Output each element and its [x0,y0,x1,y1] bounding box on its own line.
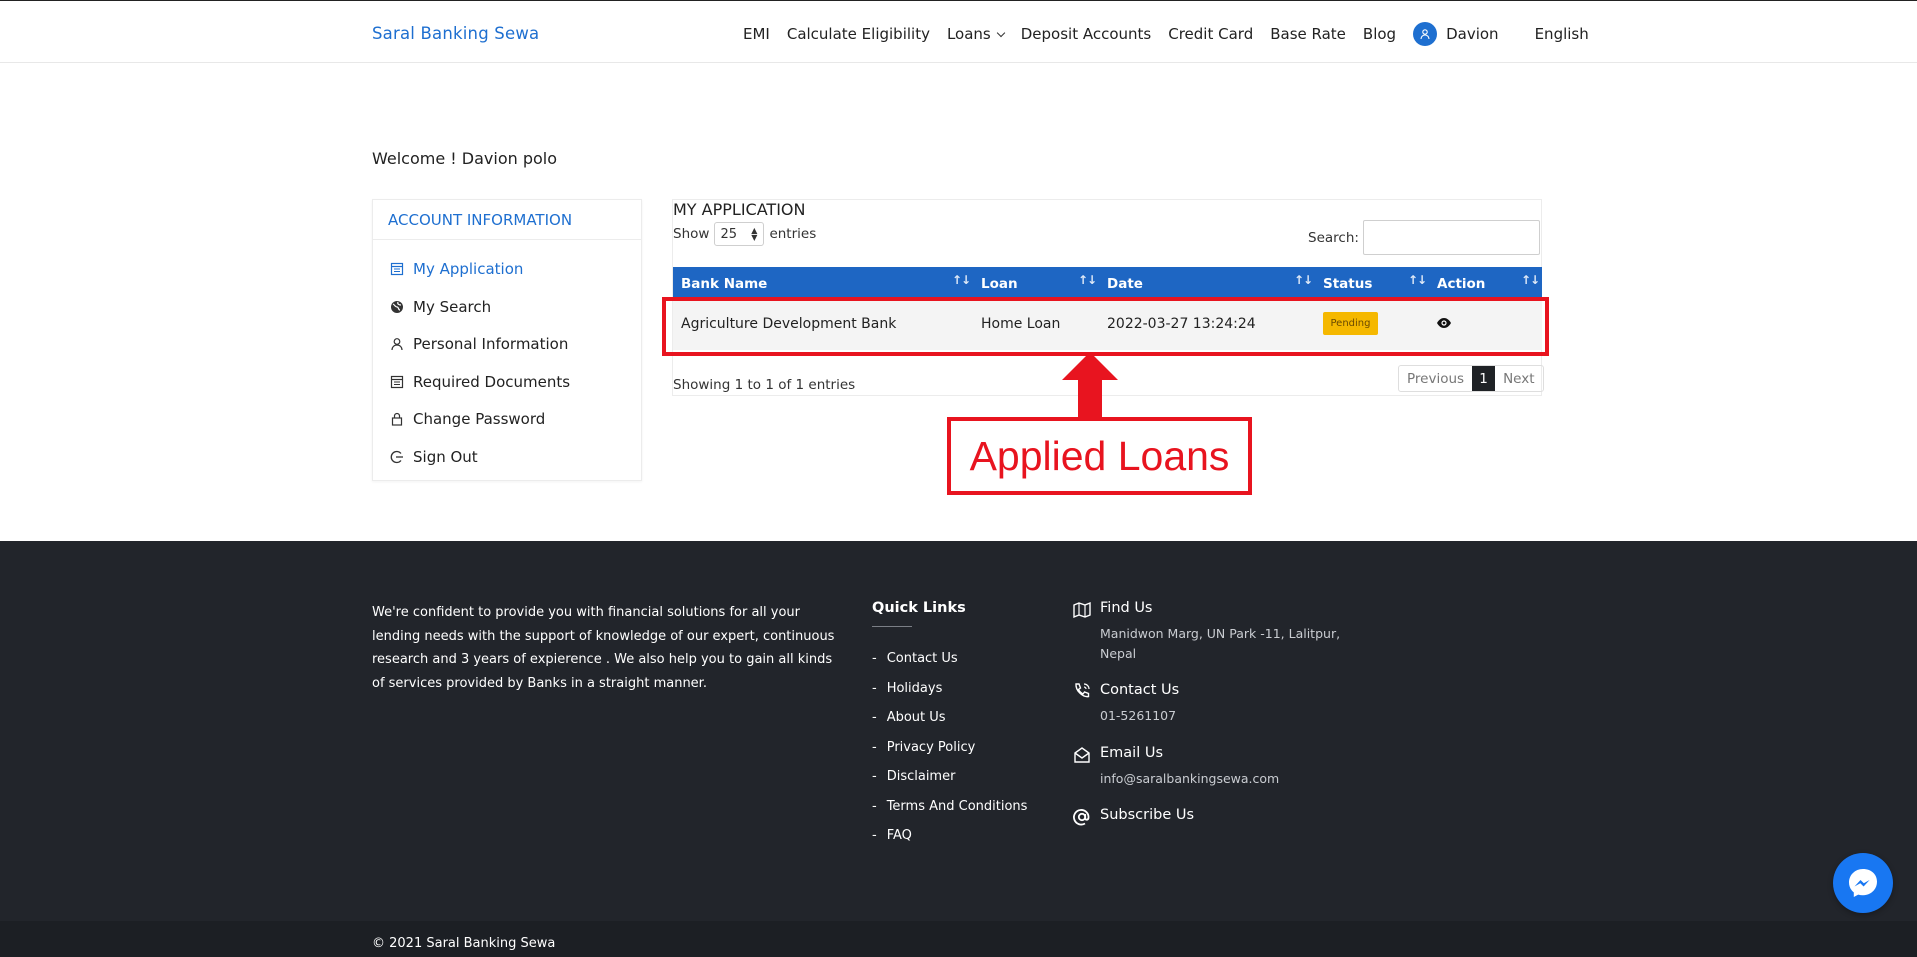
footer-link-label: FAQ [886,828,912,843]
column-header-bank-name[interactable]: Bank Name [681,276,767,292]
phone-icon [1075,683,1090,698]
welcome-message: Welcome ! Davion polo [372,149,558,168]
map-icon [1073,601,1091,619]
pagination: Previous 1 Next [1398,365,1544,392]
user-icon [389,337,404,352]
footer-link-terms[interactable]: - Terms And Conditions [872,799,1027,814]
nav-calculate-eligibility[interactable]: Calculate Eligibility [787,25,930,43]
brand-logo[interactable]: Saral Banking Sewa [372,24,539,43]
sidebar-item-my-search[interactable]: My Search [389,298,491,316]
footer-link-label: Holidays [886,681,943,696]
footer-link-holidays[interactable]: - Holidays [872,681,942,696]
quick-links-divider [872,626,912,627]
entries-label: entries [769,226,817,242]
footer-link-privacy-policy[interactable]: - Privacy Policy [872,740,975,755]
at-sign-icon [1073,809,1090,826]
nav-loans-dropdown[interactable]: Loans [946,25,1005,43]
find-us-address: Manidwon Marg, UN Park -11, Lalitpur, Ne… [1100,626,1341,661]
footer-link-label: Privacy Policy [886,740,976,755]
table-info: Showing 1 to 1 of 1 entries [673,377,856,393]
highlight-box [662,297,1549,356]
sort-icon[interactable]: ↑↓ [952,273,971,287]
sidebar-title: ACCOUNT INFORMATION [373,200,641,240]
footer-link-contact-us[interactable]: - Contact Us [872,651,958,666]
document-list-icon [389,375,404,390]
sign-out-icon [389,450,404,465]
calendar-list-icon [389,262,404,277]
nav-loans-label: Loans [946,25,991,43]
footer-link-label: About Us [886,710,946,725]
lock-icon [389,412,404,427]
globe-icon [389,300,404,315]
account-sidebar: ACCOUNT INFORMATION My Application My Se… [372,199,642,481]
nav-base-rate[interactable]: Base Rate [1270,25,1346,43]
email-us-title: Email Us [1100,745,1164,761]
sidebar-item-label: Personal Information [413,335,569,353]
email-address[interactable]: info@saralbankingsewa.com [1100,769,1360,789]
next-page-button[interactable]: Next [1495,366,1542,391]
panel-title: MY APPLICATION [673,200,806,219]
sidebar-item-label: My Search [413,298,492,316]
sort-icon[interactable]: ↑↓ [1408,273,1427,287]
sidebar-item-sign-out[interactable]: Sign Out [389,448,478,466]
sidebar-item-label: Change Password [413,410,546,428]
select-arrows-icon: ▲ ▼ [751,226,758,242]
show-label: Show [673,226,710,242]
sort-icon[interactable]: ↑↓ [1521,273,1540,287]
sidebar-item-my-application[interactable]: My Application [389,260,523,278]
nav-deposit-accounts[interactable]: Deposit Accounts [1021,25,1152,43]
column-header-date[interactable]: Date [1107,276,1143,292]
find-us-title: Find Us [1100,600,1153,616]
entries-length-control: Show 25 ▲ ▼ entries [673,222,816,246]
quick-links-title: Quick Links [872,600,966,616]
column-header-status[interactable]: Status [1323,276,1372,292]
entries-select[interactable]: 25 ▲ ▼ [714,222,765,246]
copyright-text: © 2021 Saral Banking Sewa [372,936,556,951]
footer-link-faq[interactable]: - FAQ [872,828,912,843]
sort-icon[interactable]: ↑↓ [1078,273,1097,287]
table-header: Bank Name ↑↓ Loan ↑↓ Date ↑↓ Status ↑↓ A… [673,267,1542,298]
copyright-bar [0,921,1917,957]
user-name: Davion [1446,25,1499,43]
column-header-loan[interactable]: Loan [981,276,1018,292]
annotation-label: Applied Loans [947,417,1252,495]
sidebar-item-personal-information[interactable]: Personal Information [389,335,568,353]
contact-phone: 01-5261107 [1100,708,1177,723]
sidebar-item-label: Sign Out [413,448,478,466]
sidebar-item-required-documents[interactable]: Required Documents [389,373,570,391]
nav-blog[interactable]: Blog [1363,25,1396,43]
column-header-action[interactable]: Action [1437,276,1485,292]
messenger-icon [1849,869,1877,897]
sidebar-item-change-password[interactable]: Change Password [389,410,545,428]
messenger-chat-button[interactable] [1833,853,1893,913]
footer-link-about-us[interactable]: - About Us [872,710,946,725]
main-nav: EMI Calculate Eligibility Loans Deposit … [743,22,1606,46]
previous-page-button[interactable]: Previous [1399,366,1472,391]
search-input[interactable] [1363,220,1540,255]
nav-credit-card[interactable]: Credit Card [1168,25,1253,43]
up-arrow-icon [1062,352,1118,418]
footer-about-text: We're confident to provide you with fina… [372,605,835,691]
sort-icon[interactable]: ↑↓ [1294,273,1313,287]
site-footer: We're confident to provide you with fina… [0,541,1917,957]
user-menu[interactable]: Davion [1413,22,1517,46]
subscribe-us-title[interactable]: Subscribe Us [1100,807,1194,823]
nav-emi[interactable]: EMI [743,25,770,43]
language-selector[interactable]: English [1535,25,1589,43]
footer-link-label: Terms And Conditions [886,799,1028,814]
footer-link-disclaimer[interactable]: - Disclaimer [872,769,955,784]
sidebar-item-label: Required Documents [413,373,571,391]
chevron-down-icon [996,28,1005,37]
user-avatar-icon [1413,22,1438,46]
email-icon [1074,747,1090,763]
page-1-button[interactable]: 1 [1472,366,1496,391]
contact-us-title: Contact Us [1100,682,1180,698]
entries-select-value: 25 [720,226,737,242]
site-header: Saral Banking Sewa EMI Calculate Eligibi… [0,1,1917,63]
footer-link-label: Contact Us [886,651,958,666]
footer-link-label: Disclaimer [886,769,956,784]
search-label: Search: [1308,230,1359,246]
sidebar-item-label: My Application [413,260,524,278]
